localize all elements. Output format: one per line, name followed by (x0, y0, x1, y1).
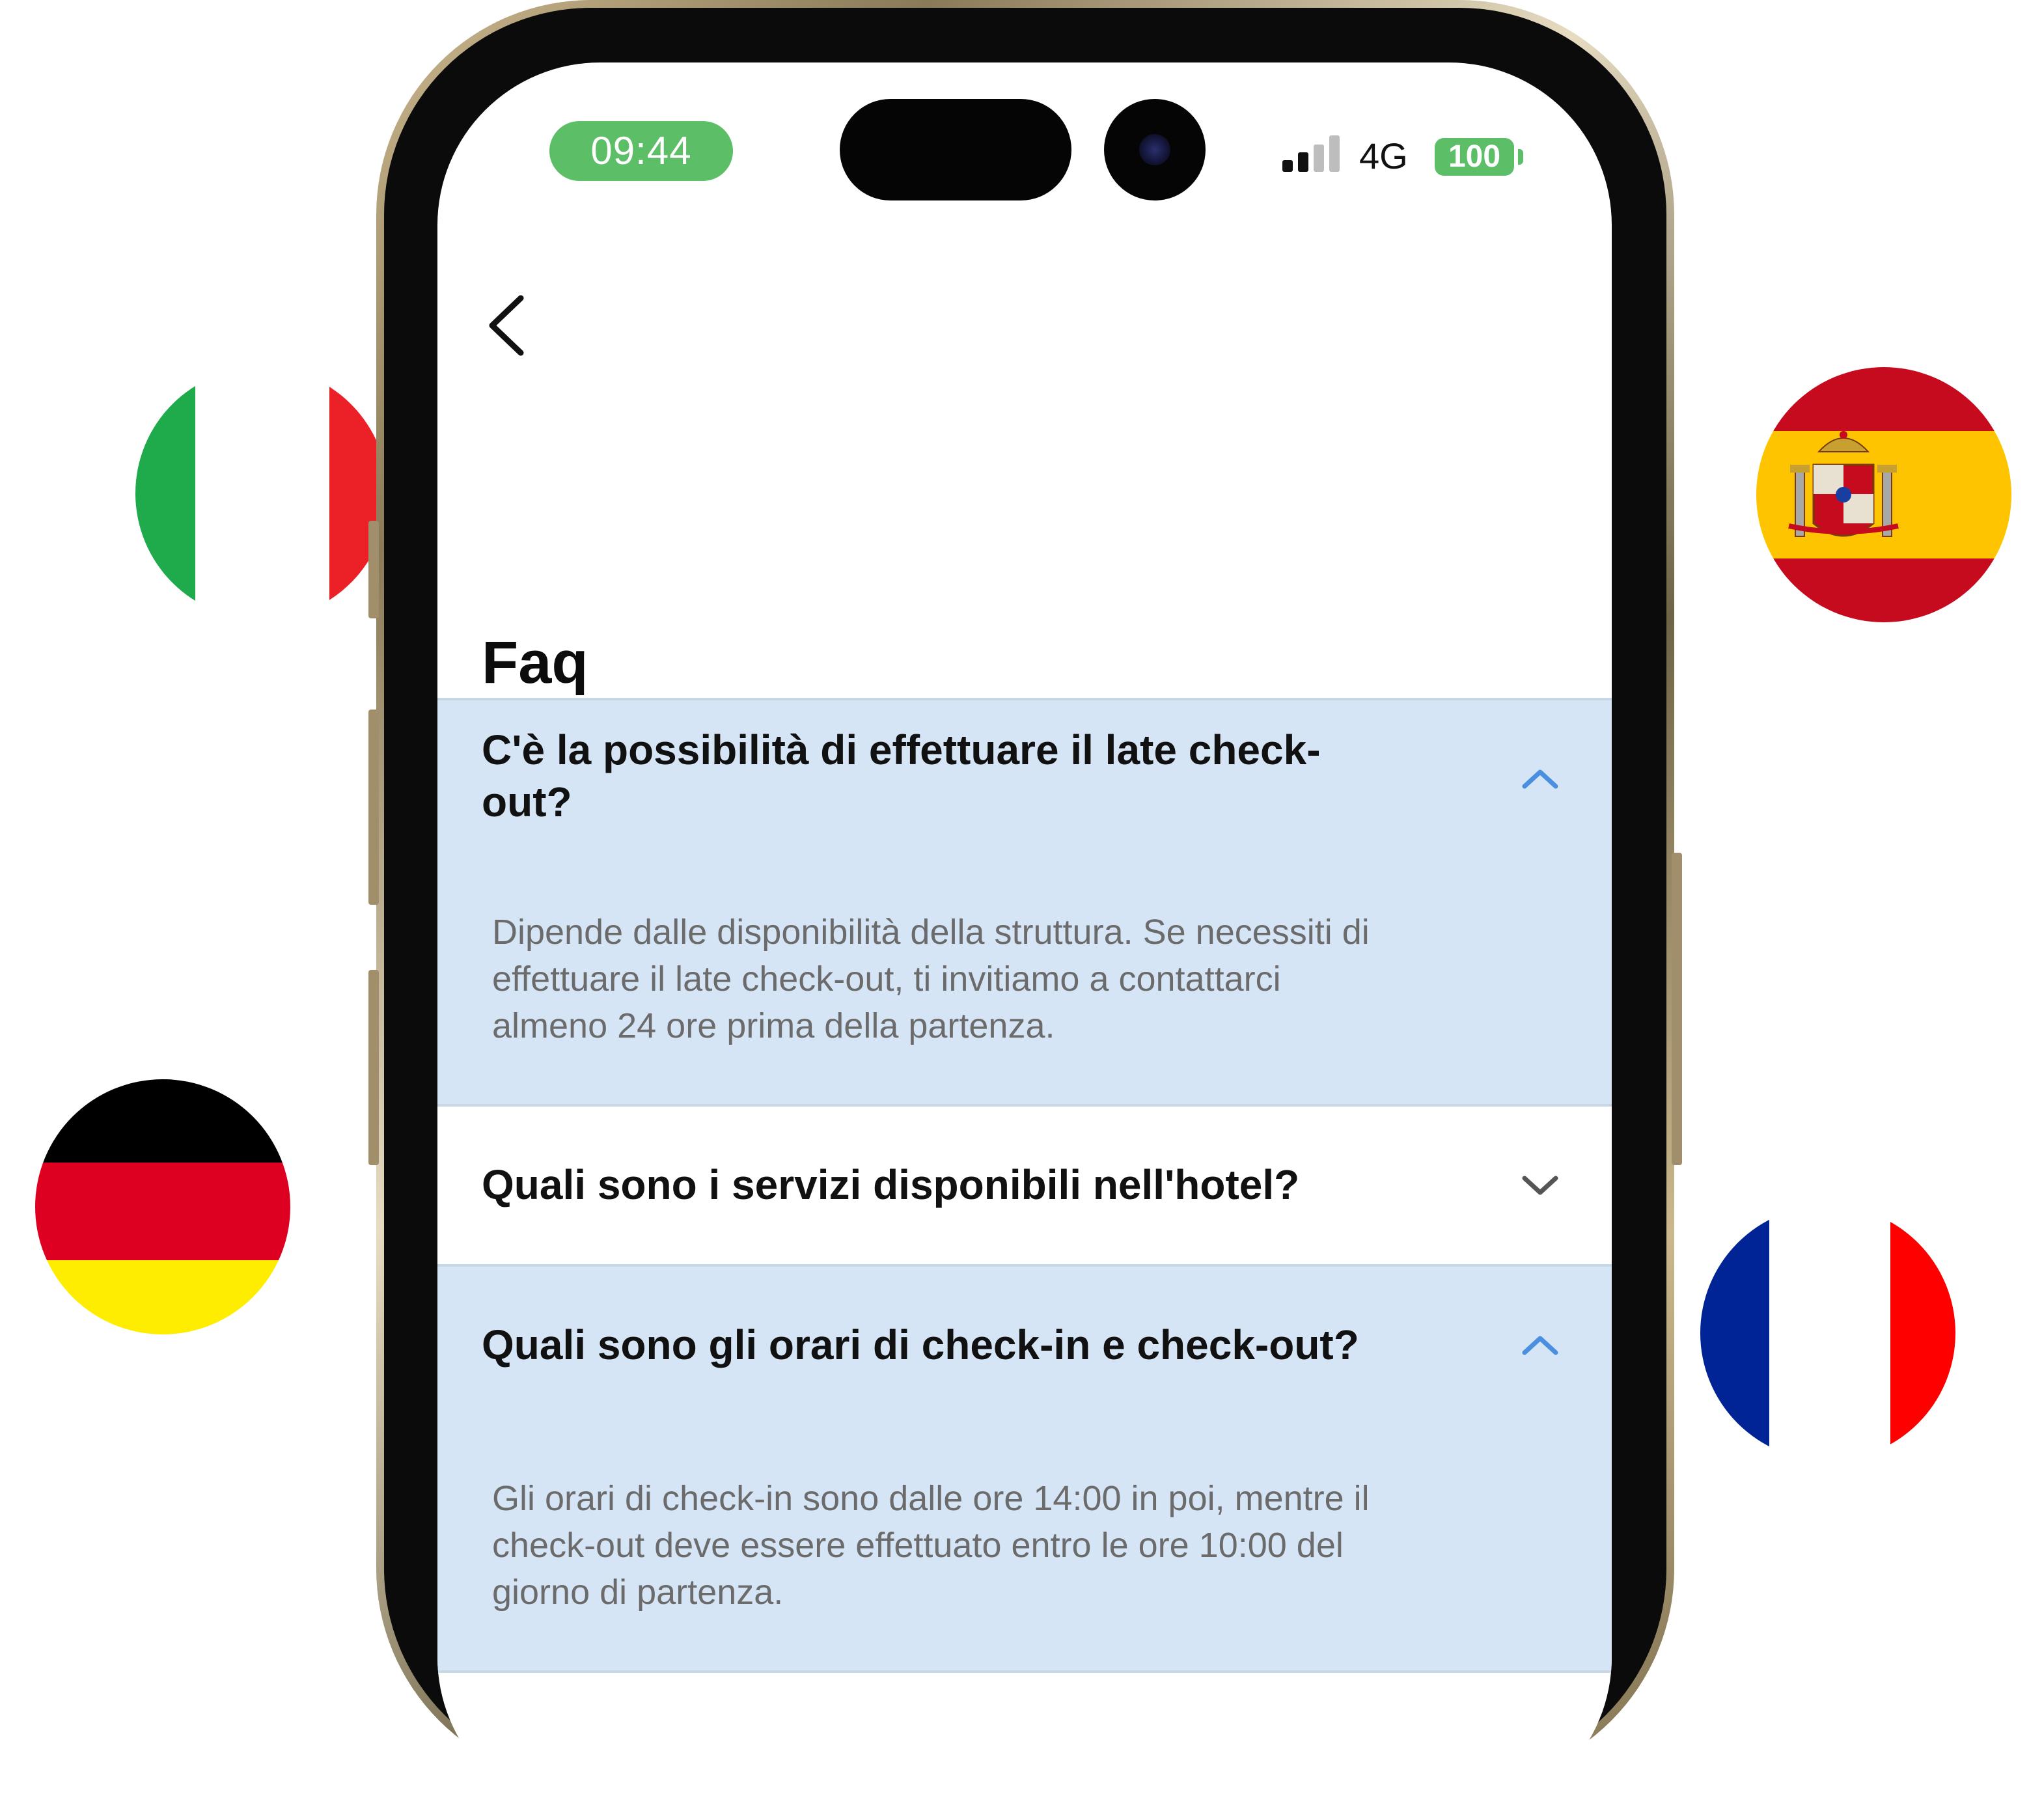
chevron-up-icon[interactable] (1518, 765, 1562, 792)
germany-flag (35, 1079, 290, 1334)
faq-question[interactable]: Quali sono i servizi disponibili nell'ho… (482, 1159, 1299, 1211)
faq-answer-line: Gli orari di check-in sono dalle ore 14:… (492, 1479, 1370, 1518)
faq-answer-line: giorno di partenza. (492, 1573, 784, 1612)
volume-down-button (368, 970, 379, 1165)
faq-question-line: C'è la possibilità di effettuare il late… (482, 726, 1321, 773)
italy-flag-graphic (135, 367, 388, 620)
divider (437, 1670, 1612, 1673)
battery-tip (1518, 149, 1523, 165)
france-flag-graphic (1700, 1206, 1955, 1461)
status-time: 09:44 (549, 121, 733, 181)
faq-answer-line: effettuare il late check-out, ti invitia… (492, 959, 1281, 999)
faq-item-late-checkout[interactable]: C'è la possibilità di effettuare il late… (437, 700, 1612, 1104)
app-screen: 09:44 4G 100 Faq C'è la possibilità di e… (437, 62, 1612, 1820)
faq-answer-line: Dipende dalle disponibilità della strutt… (492, 913, 1370, 952)
battery-indicator: 100 (1435, 138, 1514, 176)
germany-flag-graphic (35, 1079, 290, 1334)
network-type: 4G (1359, 135, 1408, 176)
signal-strength-icon (1282, 135, 1345, 172)
faq-item-checkin-times[interactable]: Quali sono gli orari di check-in e check… (437, 1267, 1612, 1670)
faq-answer: Gli orari di check-in sono dalle ore 14:… (492, 1475, 1370, 1616)
front-camera (1104, 99, 1206, 200)
faq-question[interactable]: C'è la possibilità di effettuare il late… (482, 724, 1321, 828)
france-flag (1700, 1206, 1955, 1461)
back-button[interactable] (474, 280, 539, 371)
faq-question-line: out? (482, 779, 572, 825)
page-title: Faq (482, 629, 588, 696)
faq-answer-line: check-out deve essere effettuato entro l… (492, 1526, 1344, 1565)
spain-flag (1756, 367, 2011, 622)
chevron-up-icon[interactable] (1518, 1332, 1562, 1358)
faq-answer: Dipende dalle disponibilità della strutt… (492, 909, 1370, 1049)
action-button (368, 521, 379, 618)
italy-flag (135, 367, 388, 620)
chevron-left-icon (489, 295, 524, 356)
faq-answer-line: almeno 24 ore prima della partenza. (492, 1006, 1055, 1045)
faq-item-hotel-services[interactable]: Quali sono i servizi disponibili nell'ho… (437, 1107, 1612, 1264)
volume-up-button (368, 710, 379, 905)
spain-flag-graphic (1756, 367, 2011, 622)
power-button (1672, 853, 1682, 1165)
faq-question[interactable]: Quali sono gli orari di check-in e check… (482, 1319, 1359, 1371)
dynamic-island (840, 99, 1071, 200)
chevron-down-icon[interactable] (1518, 1173, 1562, 1199)
